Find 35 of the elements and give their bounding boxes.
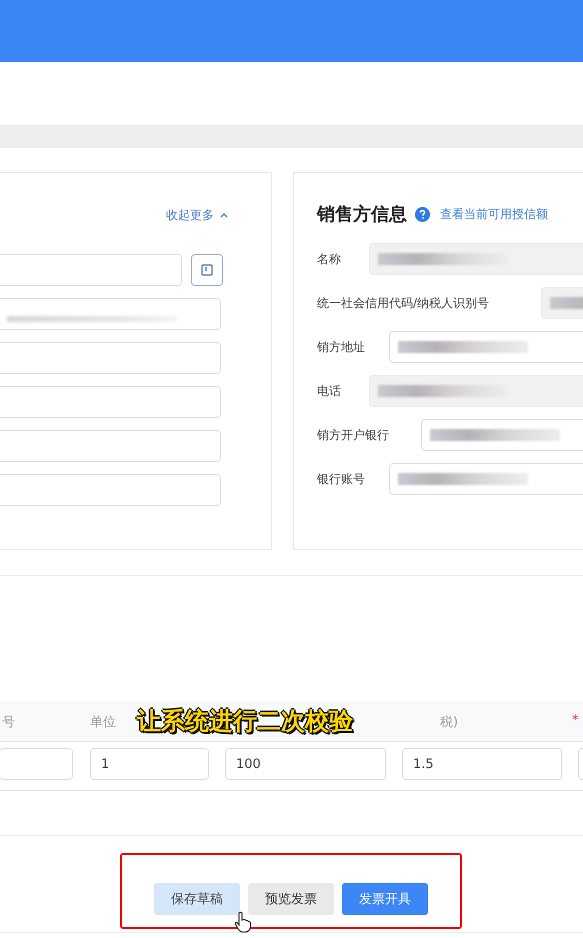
document-icon [201,264,213,276]
cell-input[interactable]: 100 [225,748,386,780]
input-field[interactable] [421,419,583,451]
input-field[interactable] [0,298,221,330]
column-header: 单位 [90,715,116,730]
column-header: 号 [2,715,15,730]
cell-input[interactable]: 1.5 [402,748,562,780]
field-label: 统一社会信用代码/纳税人识别号 [317,294,490,312]
input-field[interactable] [389,331,583,363]
action-button[interactable]: 预览发票 [248,883,334,915]
cell-input[interactable]: 1 [90,748,209,780]
input-field[interactable] [0,430,221,462]
quota-link[interactable]: 查看当前可用授信额 [440,206,548,222]
video-caption: 让系统进行二次校验 [137,706,353,737]
cell-input[interactable] [0,748,73,780]
field-label: 电话 [317,382,342,400]
input-field[interactable] [0,342,221,374]
input-field[interactable] [0,386,221,418]
help-icon[interactable] [415,206,430,222]
field-label: 银行账号 [317,470,366,488]
picker-button[interactable] [191,254,223,286]
action-button[interactable]: 发票开具 [342,883,428,915]
input-field[interactable] [0,254,182,286]
column-header: 税) [440,715,458,730]
input-field[interactable] [389,463,583,495]
field-label: 销方开户银行 [317,426,390,444]
input-field[interactable] [0,474,221,506]
chevron-up-icon [220,212,228,218]
section-title: 销售方信息 [317,203,407,226]
column-header: * [572,713,578,728]
action-button[interactable]: 保存草稿 [154,883,240,915]
collapse-link[interactable]: 收起更多 [166,206,214,224]
field-label: 销方地址 [317,338,366,356]
field-label: 名称 [317,250,342,268]
hand-cursor-icon [234,911,252,933]
